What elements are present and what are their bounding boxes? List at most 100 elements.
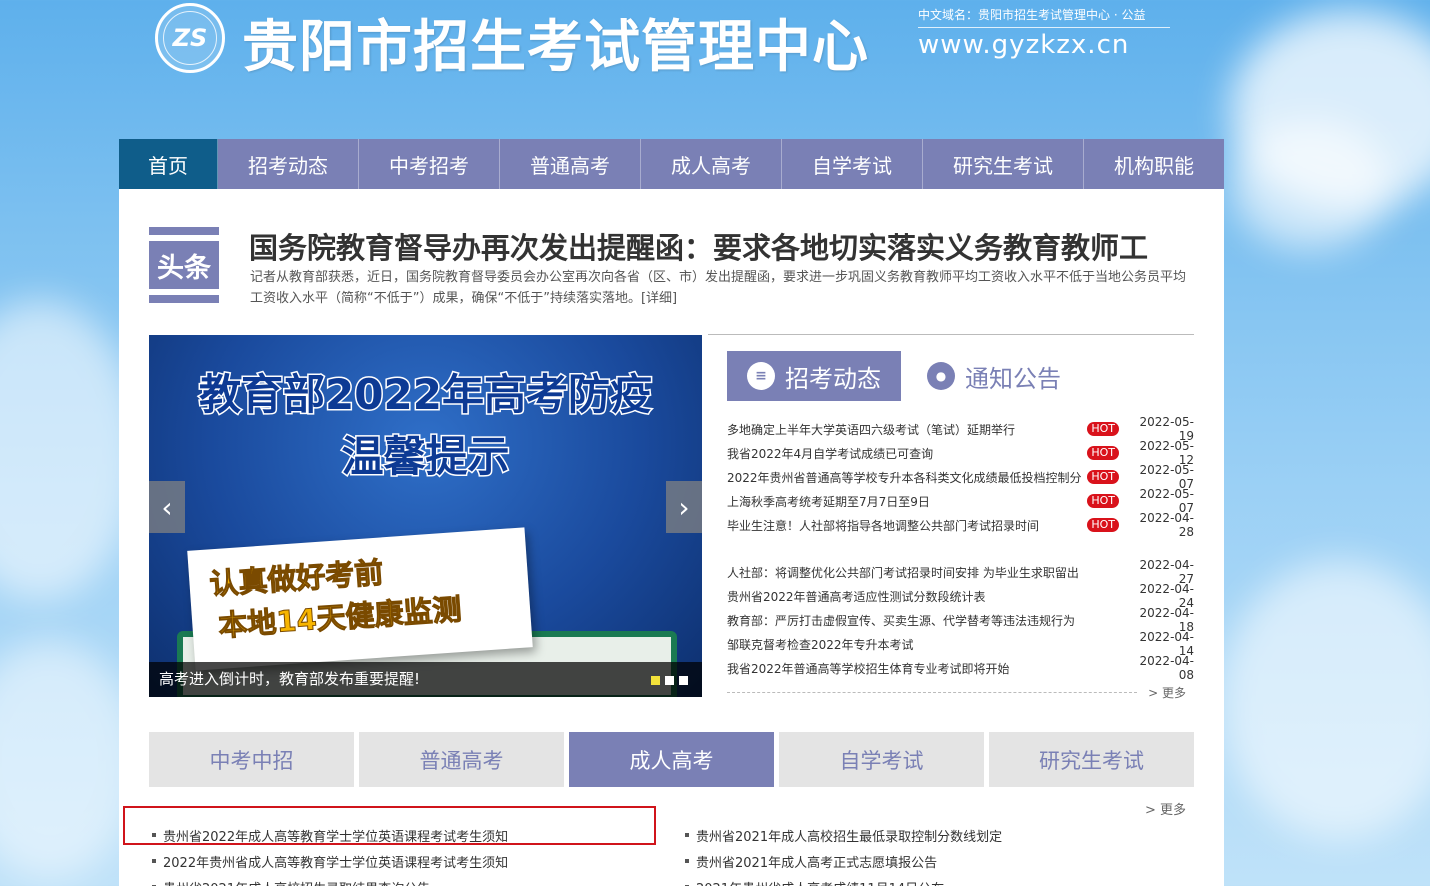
tab-adult[interactable]: 成人高考: [569, 732, 774, 787]
list-item[interactable]: 2021年贵州省成人高考成绩11月14日公布: [685, 874, 1185, 886]
news-item-date: 2022-04-08: [1139, 654, 1194, 682]
news-item-title: 上海秋季高考统考延期至7月7日至9日: [727, 494, 930, 509]
news-tabs: ≡ 招考动态 ● 通知公告: [727, 351, 1194, 401]
news-item-title: 多地确定上半年大学英语四六级考试（笔试）延期举行: [727, 422, 1016, 437]
list-icon: ≡: [747, 362, 775, 390]
tab-notices-label: 通知公告: [965, 364, 1061, 393]
category-list-left: 贵州省2022年成人高等教育学士学位英语课程考试考生须知 2022年贵州省成人高…: [152, 822, 652, 886]
hot-badge: HOT: [1087, 494, 1119, 508]
list-item[interactable]: 2022年贵州省成人高等教育学士学位英语课程考试考生须知: [152, 848, 652, 874]
domain-url[interactable]: www.gyzkzx.cn: [918, 30, 1170, 60]
nav-item-news[interactable]: 招考动态: [218, 139, 359, 189]
site-logo[interactable]: ZS: [155, 3, 225, 73]
hot-badge: HOT: [1087, 422, 1119, 436]
tab-news[interactable]: ≡ 招考动态: [727, 351, 901, 401]
news-more-row: > 更多: [727, 684, 1194, 704]
headline-badge: 头条: [149, 227, 219, 303]
nav-item-about[interactable]: 机构职能: [1084, 139, 1224, 189]
tab-graduate[interactable]: 研究生考试: [989, 732, 1194, 787]
news-panel: ≡ 招考动态 ● 通知公告 多地确定上半年大学英语四六级考试（笔试）延期举行 HO…: [727, 351, 1194, 704]
list-item[interactable]: 贵州省2021年成人高校招生录取结果查询公告: [152, 874, 652, 886]
nav-item-home[interactable]: 首页: [119, 139, 218, 189]
nav-item-adult[interactable]: 成人高考: [641, 139, 782, 189]
list-item-title: 2021年贵州省成人高考成绩11月14日公布: [696, 878, 944, 886]
news-item[interactable]: 邹联克督考检查2022年专升本考试 2022-04-14: [727, 630, 1194, 658]
logo-text: ZS: [172, 24, 208, 52]
news-item-title: 我省2022年4月自学考试成绩已可查询: [727, 446, 934, 461]
nav-item-self-study[interactable]: 自学考试: [782, 139, 923, 189]
news-item-title: 教育部：严厉打击虚假宣传、买卖生源、代学替考等违法违规行为: [727, 613, 1076, 628]
news-item-title: 贵州省2022年普通高考适应性测试分数段统计表: [727, 589, 986, 604]
headline-section: 头条 国务院教育督导办再次发出提醒函：要求各地切实落实义务教育教师工 记者从教育…: [149, 227, 1194, 335]
list-item[interactable]: 贵州省2022年成人高等教育学士学位英语课程考试考生须知: [152, 822, 652, 848]
news-item-date: 2022-04-28: [1139, 511, 1194, 539]
bullet-icon: [152, 833, 156, 837]
headline-badge-label: 头条: [157, 252, 211, 284]
hot-badge: HOT: [1087, 518, 1119, 532]
news-item[interactable]: 我省2022年4月自学考试成绩已可查询 HOT 2022-05-12: [727, 439, 1194, 467]
news-item-title: 邹联克督考检查2022年专升本考试: [727, 637, 914, 652]
news-list: 多地确定上半年大学英语四六级考试（笔试）延期举行 HOT 2022-05-19 我省…: [727, 415, 1194, 682]
speech-bubble-icon: ●: [927, 362, 955, 390]
site-header: ZS 贵阳市招生考试管理中心 中文域名：贵阳市招生考试管理中心 · 公益 www…: [0, 0, 1430, 139]
tab-zhongkao[interactable]: 中考中招: [149, 732, 354, 787]
domain-cn: 中文域名：贵阳市招生考试管理中心 · 公益: [918, 6, 1170, 28]
news-item[interactable]: 多地确定上半年大学英语四六级考试（笔试）延期举行 HOT 2022-05-19: [727, 415, 1194, 443]
main-container: 首页 招考动态 中考招考 普通高考 成人高考 自学考试 研究生考试 机构职能 头…: [119, 139, 1224, 886]
nav-item-zhongkao[interactable]: 中考招考: [359, 139, 500, 189]
tab-gaokao[interactable]: 普通高考: [359, 732, 564, 787]
hot-badge: HOT: [1087, 446, 1119, 460]
list-item-title: 贵州省2021年成人高考正式志愿填报公告: [696, 855, 938, 871]
carousel-dot-2[interactable]: [665, 676, 674, 685]
news-item-title: 我省2022年普通高等学校招生体育专业考试即将开始: [727, 661, 1010, 676]
news-item[interactable]: 我省2022年普通高等学校招生体育专业考试即将开始 2022-04-08: [727, 654, 1194, 682]
carousel-dot-3[interactable]: [679, 676, 688, 685]
list-item[interactable]: 贵州省2021年成人高考正式志愿填报公告: [685, 848, 1185, 874]
list-item-title: 贵州省2022年成人高等教育学士学位英语课程考试考生须知: [163, 829, 509, 845]
category-more-link[interactable]: > 更多: [1145, 799, 1186, 818]
carousel-dot-1[interactable]: [651, 676, 660, 685]
carousel-title-line2: 温馨提示: [340, 431, 511, 483]
news-item-title: 毕业生注意！人社部将指导各地调整公共部门考试招录时间: [727, 518, 1040, 533]
bullet-icon: [685, 859, 689, 863]
news-item-title: 人社部：将调整优化公共部门考试招录时间安排 为毕业生求职留出: [727, 565, 1079, 580]
chevron-left-icon: ‹: [161, 490, 173, 524]
tab-self-study[interactable]: 自学考试: [779, 732, 984, 787]
bullet-icon: [152, 859, 156, 863]
news-item[interactable]: 上海秋季高考统考延期至7月7日至9日 HOT 2022-05-07: [727, 487, 1194, 515]
headline-title[interactable]: 国务院教育督导办再次发出提醒函：要求各地切实落实义务教育教师工: [249, 225, 1148, 267]
news-item[interactable]: 人社部：将调整优化公共部门考试招录时间安排 为毕业生求职留出 2022-04-27: [727, 558, 1194, 586]
main-nav: 首页 招考动态 中考招考 普通高考 成人高考 自学考试 研究生考试 机构职能: [119, 139, 1224, 189]
hot-badge: HOT: [1087, 470, 1119, 484]
image-carousel[interactable]: 教育部2022年高考防疫 温馨提示 认真做好考前 本地14天健康监测 ‹ › 高…: [149, 335, 702, 697]
dashed-divider: [727, 692, 1137, 693]
domain-info: 中文域名：贵阳市招生考试管理中心 · 公益 www.gyzkzx.cn: [918, 6, 1170, 60]
site-title: 贵阳市招生考试管理中心: [242, 14, 869, 80]
carousel-title-line1: 教育部2022年高考防疫: [198, 369, 654, 421]
list-item-title: 2022年贵州省成人高等教育学士学位英语课程考试考生须知: [163, 855, 509, 871]
news-item[interactable]: 2022年贵州省普通高等学校专升本各科类文化成绩最低投档控制分 HOT 2022-0…: [727, 463, 1194, 491]
carousel-note: 认真做好考前 本地14天健康监测: [187, 527, 533, 671]
headline-summary[interactable]: 记者从教育部获悉，近日，国务院教育督导委员会办公室再次向各省（区、市）发出提醒函…: [250, 267, 1195, 309]
carousel-prev-button[interactable]: ‹: [149, 481, 185, 533]
chevron-right-icon: ›: [678, 490, 690, 524]
list-item[interactable]: 贵州省2021年成人高校招生最低录取控制分数线划定: [685, 822, 1185, 848]
list-item-title: 贵州省2021年成人高校招生最低录取控制分数线划定: [696, 829, 1003, 845]
divider: [708, 334, 1194, 335]
nav-item-gaokao[interactable]: 普通高考: [500, 139, 641, 189]
tab-news-label: 招考动态: [785, 364, 881, 393]
category-list-right: 贵州省2021年成人高校招生最低录取控制分数线划定 贵州省2021年成人高考正式…: [685, 822, 1185, 886]
news-more-link[interactable]: > 更多: [1148, 684, 1186, 701]
news-item[interactable]: 教育部：严厉打击虚假宣传、买卖生源、代学替考等违法违规行为 2022-04-18: [727, 606, 1194, 634]
news-item-title: 2022年贵州省普通高等学校专升本各科类文化成绩最低投档控制分: [727, 470, 1082, 485]
news-item[interactable]: 毕业生注意！人社部将指导各地调整公共部门考试招录时间 HOT 2022-04-28: [727, 511, 1194, 539]
bullet-icon: [685, 833, 689, 837]
tab-notices[interactable]: ● 通知公告: [901, 351, 1081, 401]
carousel-next-button[interactable]: ›: [666, 481, 702, 533]
carousel-dots: [651, 676, 688, 685]
news-item[interactable]: 贵州省2022年普通高考适应性测试分数段统计表 2022-04-24: [727, 582, 1194, 610]
list-item-title: 贵州省2021年成人高校招生录取结果查询公告: [163, 878, 430, 886]
nav-item-graduate[interactable]: 研究生考试: [923, 139, 1084, 189]
news-gap: [727, 537, 1194, 560]
carousel-caption[interactable]: 高考进入倒计时，教育部发布重要提醒!: [149, 662, 702, 697]
